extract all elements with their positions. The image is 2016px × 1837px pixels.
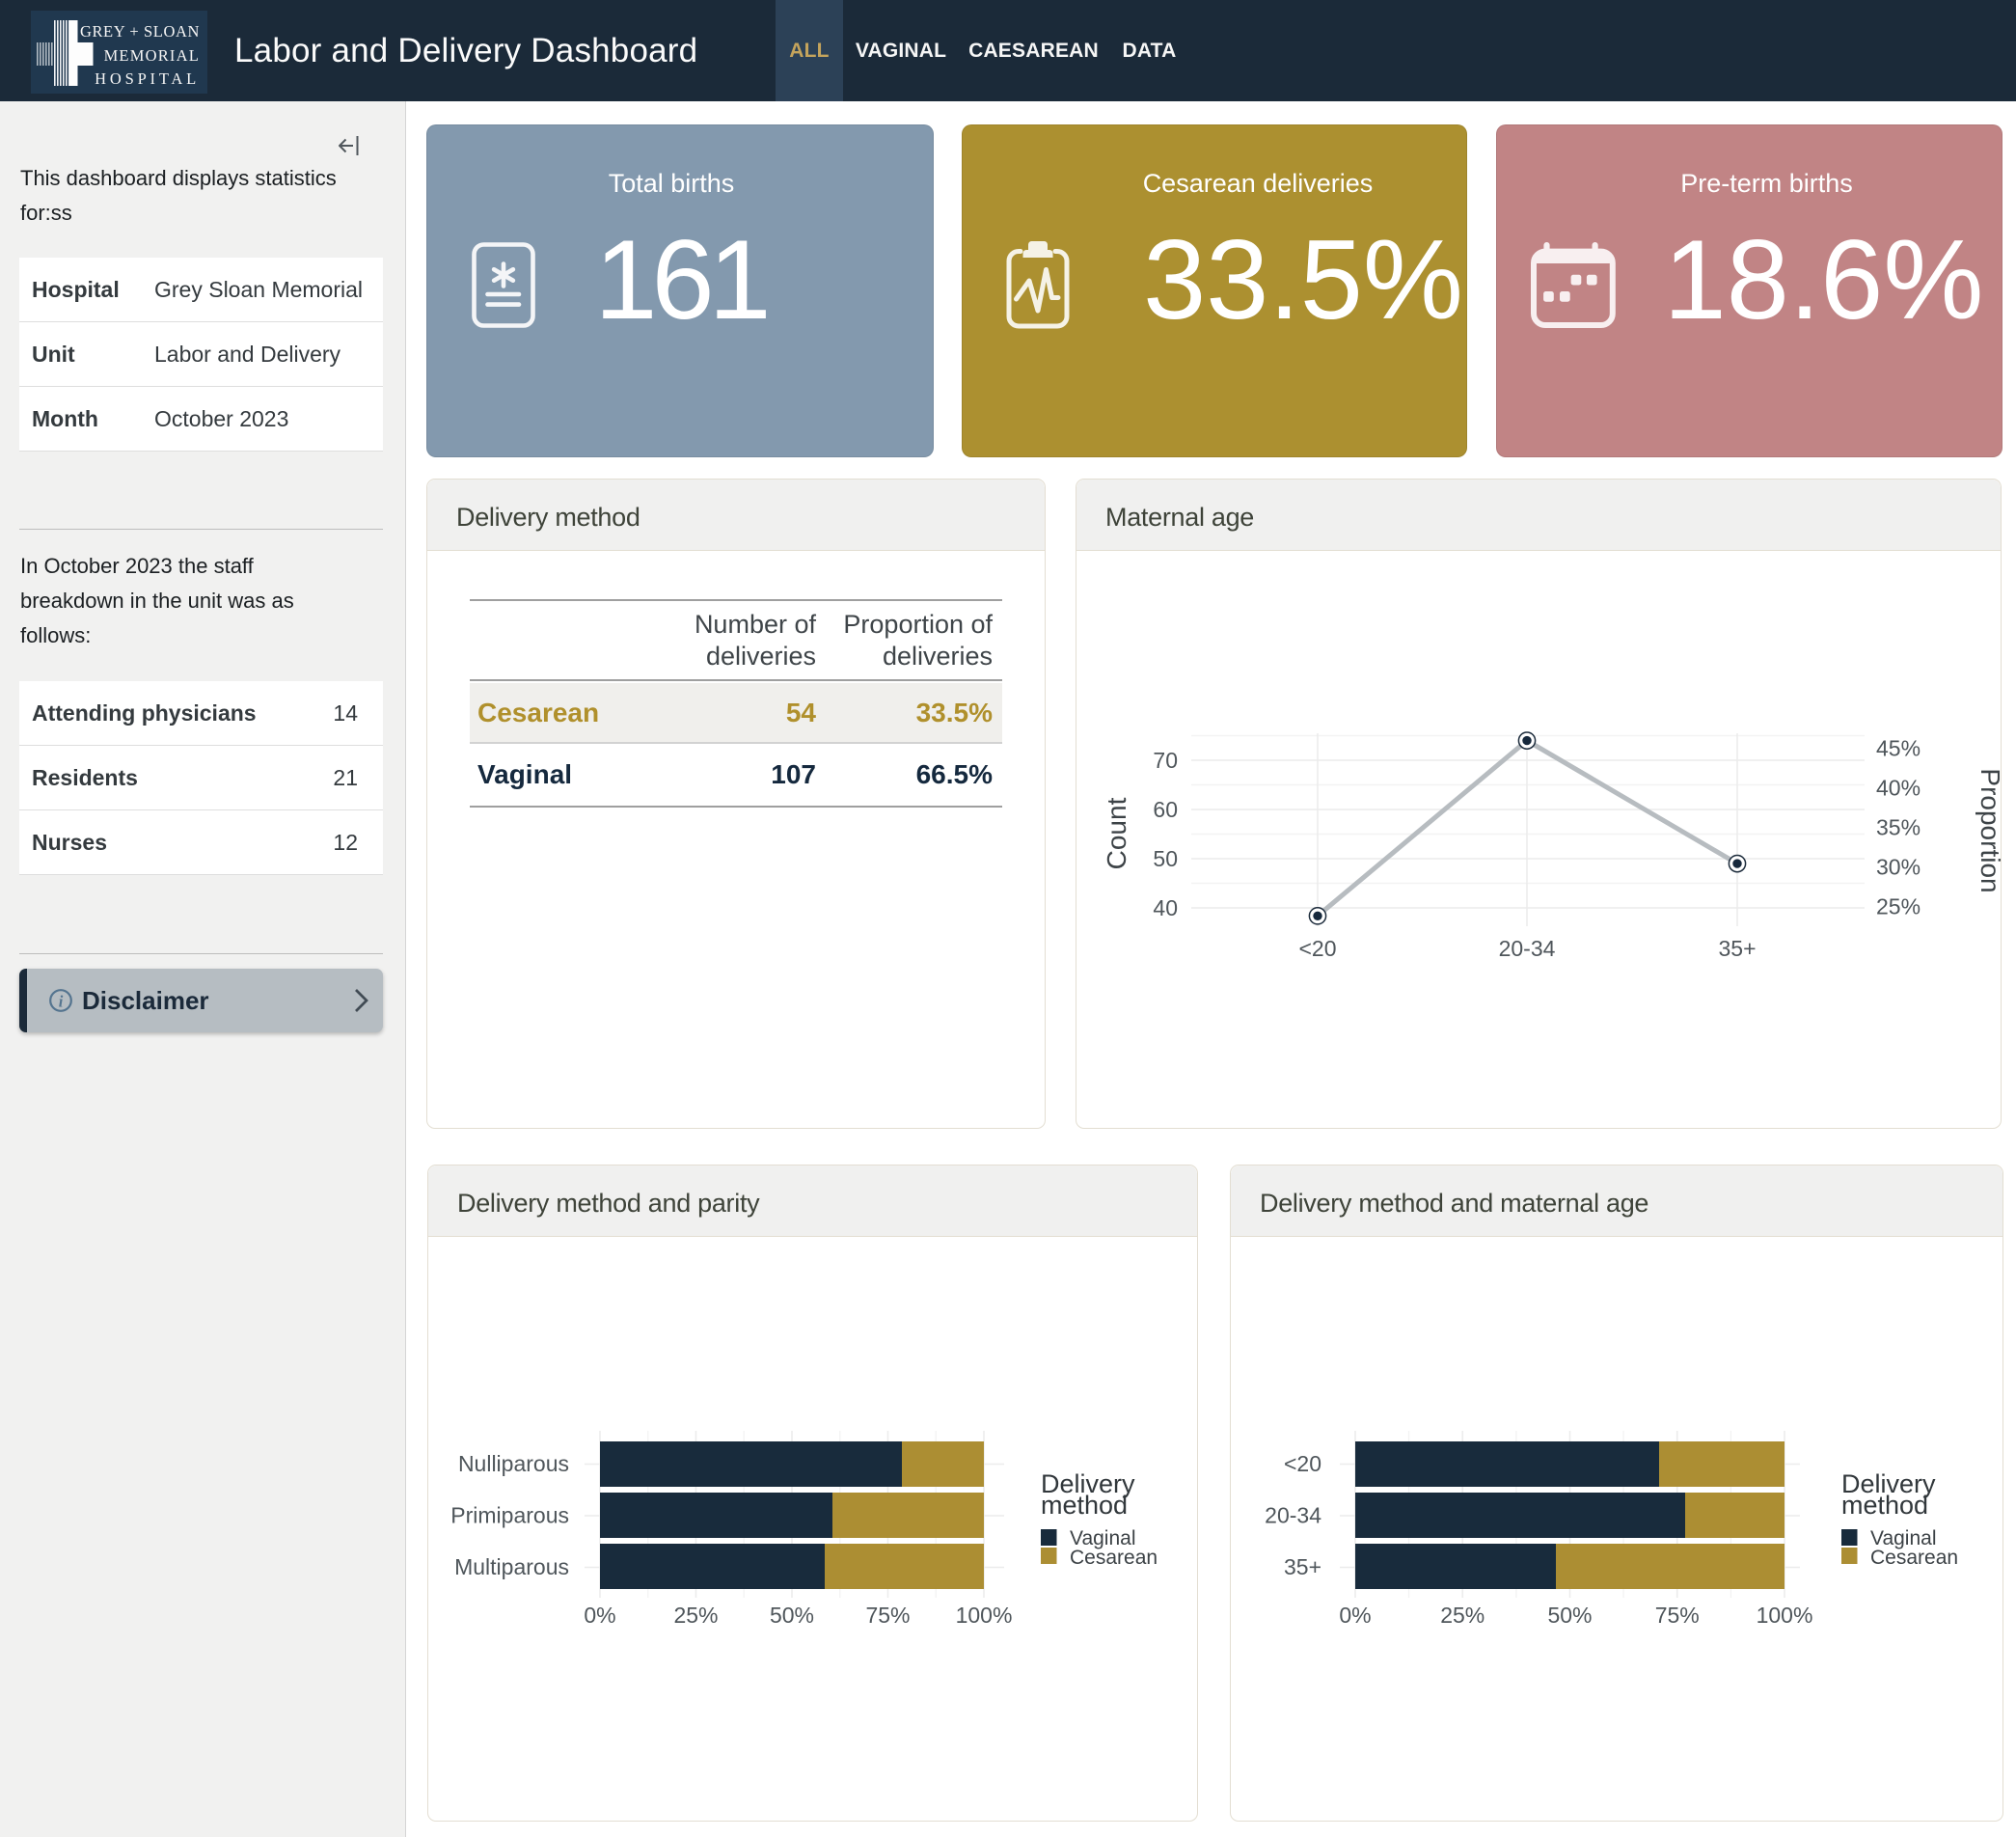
svg-text:<20: <20 <box>1284 1451 1321 1476</box>
svg-text:Cesarean: Cesarean <box>1870 1547 1958 1569</box>
svg-text:50%: 50% <box>1547 1603 1592 1628</box>
svg-text:0%: 0% <box>584 1603 615 1628</box>
svg-text:75%: 75% <box>865 1603 910 1628</box>
svg-text:<20: <20 <box>1298 936 1336 961</box>
svg-text:25%: 25% <box>673 1603 718 1628</box>
svg-text:100%: 100% <box>956 1603 1013 1628</box>
svg-text:35+: 35+ <box>1284 1554 1321 1579</box>
svg-text:30%: 30% <box>1876 855 1921 880</box>
svg-text:MEMORIAL: MEMORIAL <box>104 46 200 65</box>
svg-text:Nulliparous: Nulliparous <box>458 1451 569 1476</box>
svg-text:45%: 45% <box>1876 736 1921 761</box>
svg-text:25%: 25% <box>1440 1603 1485 1628</box>
svg-text:70: 70 <box>1153 748 1178 773</box>
svg-text:20-34: 20-34 <box>1265 1503 1321 1528</box>
svg-text:Multiparous: Multiparous <box>454 1554 569 1579</box>
svg-text:50: 50 <box>1153 846 1178 871</box>
svg-text:20-34: 20-34 <box>1499 936 1556 961</box>
svg-text:HOSPITAL: HOSPITAL <box>95 69 200 88</box>
svg-text:GREY + SLOAN: GREY + SLOAN <box>80 22 200 41</box>
svg-text:Cesarean: Cesarean <box>1070 1547 1158 1569</box>
svg-text:method: method <box>1041 1491 1128 1520</box>
svg-text:40%: 40% <box>1876 776 1921 801</box>
svg-text:35+: 35+ <box>1718 936 1756 961</box>
svg-text:75%: 75% <box>1655 1603 1700 1628</box>
svg-text:60: 60 <box>1153 797 1178 822</box>
svg-text:100%: 100% <box>1757 1603 1813 1628</box>
svg-text:25%: 25% <box>1876 894 1921 919</box>
svg-text:i: i <box>59 993 64 1011</box>
svg-text:Primiparous: Primiparous <box>450 1503 569 1528</box>
svg-text:Proportion: Proportion <box>1975 768 2001 892</box>
svg-text:Count: Count <box>1102 797 1131 869</box>
svg-text:40: 40 <box>1153 895 1178 920</box>
svg-text:method: method <box>1841 1491 1928 1520</box>
svg-text:50%: 50% <box>770 1603 814 1628</box>
svg-text:35%: 35% <box>1876 815 1921 840</box>
svg-text:0%: 0% <box>1339 1603 1371 1628</box>
